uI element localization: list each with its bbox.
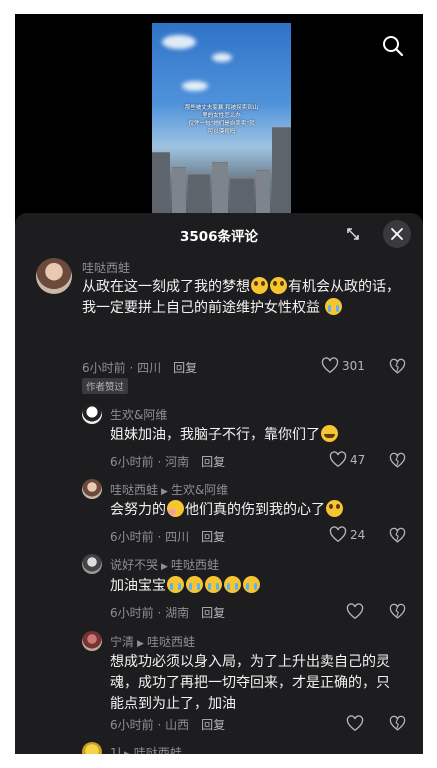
comment-meta: 6小时前 · 四川 回复 (110, 528, 225, 545)
building (272, 127, 291, 223)
phone-screen: 那些被丈夫家暴 和被拐卖到山 里的女性怎么办 仅凭一句”她们是自卖卖”就 可以漠… (15, 14, 423, 754)
like-button[interactable]: 47 (329, 451, 365, 468)
comment-time-location: 6小时前 · 四川 (110, 530, 190, 544)
crying-emoji-icon (325, 298, 343, 315)
comment-time-location: 6小时前 · 山西 (110, 718, 190, 732)
comment-text-part: 他们真的伤到我的心了 (185, 502, 325, 518)
broken-heart-icon[interactable] (389, 358, 406, 375)
comment-time-location: 6小时前 · 河南 (110, 455, 190, 469)
reply-button[interactable]: 回复 (201, 455, 225, 469)
reply-button[interactable]: 回复 (201, 718, 225, 732)
like-count: 47 (350, 452, 366, 467)
video-thumbnail[interactable]: 那些被丈夫家暴 和被拐卖到山 里的女性怎么办 仅凭一句”她们是自卖卖”就 可以漠… (152, 23, 291, 223)
reply-button[interactable]: 回复 (201, 606, 225, 620)
video-caption-line: 可以漠视吗 (207, 129, 236, 135)
close-button[interactable] (383, 220, 411, 248)
heart-outline-icon[interactable] (346, 715, 364, 732)
video-caption-line: 那些被丈夫家暴 和被拐卖到山 (184, 105, 259, 111)
comment-author: 说好不哭 ▶ 哇哒西蛙 (110, 556, 219, 573)
like-button[interactable]: 24 (329, 526, 365, 543)
comment-meta: 6小时前 · 四川 回复 (82, 359, 197, 376)
heart-outline-icon (321, 357, 339, 374)
reply-to-name[interactable]: 哇哒西蛙 (147, 635, 195, 649)
avatar[interactable] (82, 742, 102, 754)
reply-to-name[interactable]: 哇哒西蛙 (134, 746, 182, 754)
reply-arrow-icon: ▶ (121, 750, 134, 754)
comment-author[interactable]: 生欢&阿维 (110, 406, 167, 423)
comment-author: 1l▶哇哒西蛙 (110, 744, 182, 754)
comment-author-name[interactable]: 哇哒西蛙 (110, 483, 158, 497)
avatar[interactable] (82, 479, 102, 499)
comment-time-location: 6小时前 · 四川 (82, 361, 162, 375)
laughing-emoji-icon (321, 425, 338, 442)
avatar[interactable] (82, 404, 102, 424)
hugging-emoji-icon (167, 500, 184, 517)
comment-text: 从政在这一刻成了我的梦想 有机会从政的话，我一定要拼上自己的前途维护女性权益 (82, 277, 400, 319)
pleading-emoji-icon (270, 277, 287, 294)
crying-emoji-icon (167, 576, 184, 593)
like-button[interactable]: 301 (321, 357, 365, 374)
cloud (162, 35, 196, 49)
comment-text-part: 加油宝宝 (110, 578, 166, 594)
cloud (182, 81, 208, 91)
crying-emoji-icon (224, 576, 241, 593)
comment-author-name[interactable]: 宁清 (110, 635, 134, 649)
avatar[interactable] (82, 554, 102, 574)
broken-heart-icon[interactable] (389, 715, 406, 732)
heart-outline-icon[interactable] (346, 603, 364, 620)
comment-text: 姐妹加油，我脑子不行，靠你们了 (110, 425, 400, 446)
video-caption-line: 里的女性怎么办 (202, 113, 241, 119)
avatar[interactable] (36, 258, 72, 294)
author-liked-badge: 作者赞过 (82, 378, 129, 394)
expand-icon[interactable] (341, 222, 365, 246)
cloud (212, 53, 232, 62)
close-icon (391, 228, 403, 240)
like-count: 24 (350, 527, 366, 542)
comment-text: 想成功必须以身入局，为了上升出卖自己的灵魂，成功了再把一切夺回来，才是正确的，只… (110, 654, 390, 712)
comment-author[interactable]: 哇哒西蛙 (82, 259, 130, 276)
comment-author: 宁清 ▶ 哇哒西蛙 (110, 633, 195, 650)
comment-text-part: 从政在这一刻成了我的梦想 (82, 279, 250, 295)
video-caption-line: 仅凭一句”她们是自卖卖”就 (188, 121, 255, 127)
reply-to-name[interactable]: 生欢&阿维 (171, 483, 228, 497)
comment-author: 哇哒西蛙 ▶ 生欢&阿维 (110, 481, 228, 498)
comments-sheet: 3506条评论 哇哒西蛙 从政在这一刻成了我的梦想 有机会从政的话，我一定要拼上自… (15, 213, 423, 754)
comment-meta: 6小时前 · 山西 回复 (110, 716, 225, 733)
avatar[interactable] (82, 631, 102, 651)
broken-heart-icon[interactable] (389, 452, 406, 469)
comment-meta: 6小时前 · 河南 回复 (110, 453, 225, 470)
reply-to-name[interactable]: 哇哒西蛙 (171, 558, 219, 572)
reply-button[interactable]: 回复 (201, 530, 225, 544)
comment-author-name[interactable]: 说好不哭 (110, 558, 158, 572)
search-icon[interactable] (381, 34, 405, 58)
comment-author-name[interactable]: 1l (110, 746, 121, 754)
pleading-emoji-icon (326, 500, 343, 517)
comment-meta: 6小时前 · 湖南 回复 (110, 604, 225, 621)
like-count: 301 (342, 358, 365, 373)
crying-emoji-icon (243, 576, 260, 593)
comment-text-part: 会努力的 (110, 502, 166, 518)
comment-text-part: 姐妹加油，我脑子不行，靠你们了 (110, 427, 320, 443)
reply-arrow-icon: ▶ (161, 487, 168, 497)
comment-text: 会努力的 他们真的伤到我的心了 (110, 500, 400, 521)
comment-time-location: 6小时前 · 湖南 (110, 606, 190, 620)
reply-button[interactable]: 回复 (173, 361, 197, 375)
broken-heart-icon[interactable] (389, 603, 406, 620)
heart-outline-icon (329, 526, 347, 543)
crying-emoji-icon (205, 576, 222, 593)
pleading-emoji-icon (251, 277, 268, 294)
reply-arrow-icon: ▶ (137, 639, 144, 649)
reply-arrow-icon: ▶ (161, 562, 168, 572)
crying-emoji-icon (186, 576, 203, 593)
heart-outline-icon (329, 451, 347, 468)
broken-heart-icon[interactable] (389, 527, 406, 544)
comment-text: 加油宝宝 (110, 576, 400, 597)
